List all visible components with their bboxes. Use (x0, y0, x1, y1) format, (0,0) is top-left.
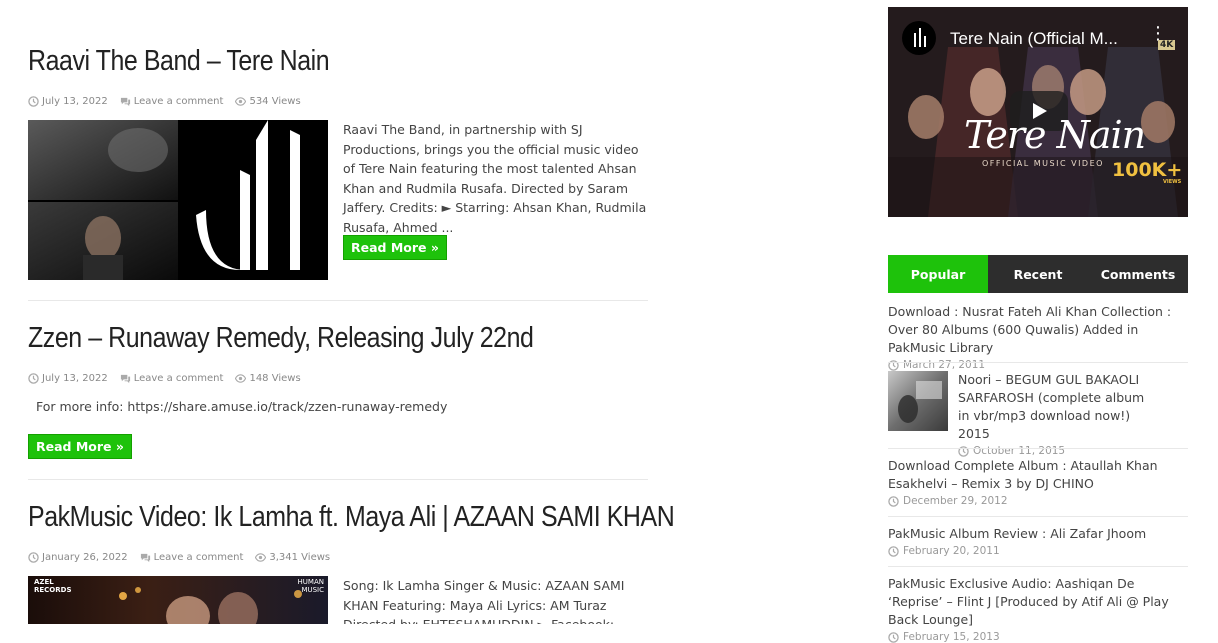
popular-item-title[interactable]: Download Complete Album : Ataullah Khan … (888, 457, 1158, 493)
views-badge-label: VIEWS (1163, 179, 1182, 185)
popular-item[interactable]: Download : Nusrat Fateh Ali Khan Collect… (888, 303, 1188, 371)
quality-badge: 4K (1158, 40, 1176, 50)
read-more-button[interactable]: Read More » (343, 235, 447, 260)
channel-logo[interactable] (902, 21, 936, 55)
popular-item[interactable]: PakMusic Exclusive Audio: Aashiqan De ‘R… (888, 575, 1188, 643)
popular-item-title[interactable]: Download : Nusrat Fateh Ali Khan Collect… (888, 303, 1188, 357)
comments-icon (120, 97, 130, 107)
video-subtitle: OFFICIAL MUSIC VIDEO (982, 159, 1104, 168)
music-label-logo: HUMAN MUSIC (297, 578, 324, 594)
post-title[interactable]: Zzen – Runaway Remedy, Releasing July 22… (28, 322, 534, 355)
sidebar-divider (888, 448, 1188, 449)
popular-item-date: February 20, 2011 (888, 545, 1188, 557)
popular-item-date: December 29, 2012 (888, 495, 1188, 507)
eye-icon (235, 97, 247, 106)
popular-item-title[interactable]: PakMusic Exclusive Audio: Aashiqan De ‘R… (888, 575, 1188, 629)
clock-icon (28, 552, 39, 563)
record-label-logo: AZEL RECORDS (34, 578, 72, 594)
video-embed[interactable]: Tere Nain (Official M... ⋮ 4K Tere Nain … (888, 7, 1188, 217)
thumbnail-image (119, 587, 302, 624)
sidebar-tabs: Popular Recent Comments (888, 255, 1188, 293)
popular-item[interactable]: Noori – BEGUM GUL BAKAOLI SARFAROSH (com… (888, 371, 1188, 457)
eye-icon (255, 553, 267, 562)
thumbnail-image (28, 120, 328, 280)
video-script-title: Tere Nain (964, 113, 1146, 157)
clock-icon (28, 96, 39, 107)
popular-item-title[interactable]: Noori – BEGUM GUL BAKAOLI SARFAROSH (com… (958, 371, 1158, 443)
post-title[interactable]: PakMusic Video: Ik Lamha ft. Maya Ali | … (28, 501, 675, 534)
popular-item[interactable]: Download Complete Album : Ataullah Khan … (888, 457, 1188, 507)
comment-link[interactable]: Leave a comment (120, 373, 223, 384)
post-thumbnail[interactable] (28, 120, 328, 280)
popular-item-date: October 11, 2015 (958, 445, 1188, 457)
post-title[interactable]: Raavi The Band – Tere Nain (28, 45, 330, 78)
tab-comments[interactable]: Comments (1088, 255, 1188, 293)
clock-icon (888, 495, 899, 507)
post-meta: January 26, 2022 Leave a comment 3,341 V… (28, 552, 338, 563)
post-meta: July 13, 2022 Leave a comment 534 Views (28, 96, 309, 107)
post-divider (28, 300, 648, 301)
post-excerpt: Song: Ik Lamha Singer & Music: AZAAN SAM… (343, 578, 625, 624)
popular-item-thumbnail[interactable] (888, 371, 948, 431)
post-views: 534 Views (235, 96, 301, 107)
popular-item-date: March 27, 2011 (888, 359, 1188, 371)
popular-item[interactable]: PakMusic Album Review : Ali Zafar Jhoom … (888, 525, 1188, 557)
post-views: 148 Views (235, 373, 301, 384)
post-thumbnail[interactable]: AZEL RECORDS HUMAN MUSIC (28, 576, 328, 624)
more-options-icon[interactable]: ⋮ (1149, 25, 1167, 43)
post-divider (28, 479, 648, 480)
post-date: July 13, 2022 (28, 373, 108, 384)
read-more-button[interactable]: Read More » (28, 434, 132, 459)
post-excerpt: For more info: https://share.amuse.io/tr… (28, 399, 448, 414)
comment-link[interactable]: Leave a comment (120, 96, 223, 107)
comments-icon (140, 553, 150, 563)
raavi-logo-icon (914, 28, 926, 47)
post-date: January 26, 2022 (28, 552, 128, 563)
post-meta: July 13, 2022 Leave a comment 148 Views (28, 373, 309, 384)
clock-icon (888, 545, 899, 557)
sidebar-divider (888, 362, 1188, 363)
clock-icon (28, 373, 39, 384)
sidebar-divider (888, 516, 1188, 517)
popular-item-date: February 15, 2013 (888, 631, 1188, 643)
eye-icon (235, 374, 247, 383)
views-badge: 100K+ (1112, 159, 1183, 181)
comment-link[interactable]: Leave a comment (140, 552, 243, 563)
post-excerpt: Raavi The Band, in partnership with SJ P… (343, 122, 647, 235)
post-date: July 13, 2022 (28, 96, 108, 107)
tab-recent[interactable]: Recent (988, 255, 1088, 293)
video-title[interactable]: Tere Nain (Official M... (950, 29, 1118, 49)
tab-popular[interactable]: Popular (888, 255, 988, 293)
post-views: 3,341 Views (255, 552, 330, 563)
clock-icon (888, 631, 899, 643)
sidebar-divider (888, 566, 1188, 567)
popular-item-title[interactable]: PakMusic Album Review : Ali Zafar Jhoom (888, 525, 1188, 543)
thumbnail-image (898, 381, 942, 423)
comments-icon (120, 374, 130, 384)
